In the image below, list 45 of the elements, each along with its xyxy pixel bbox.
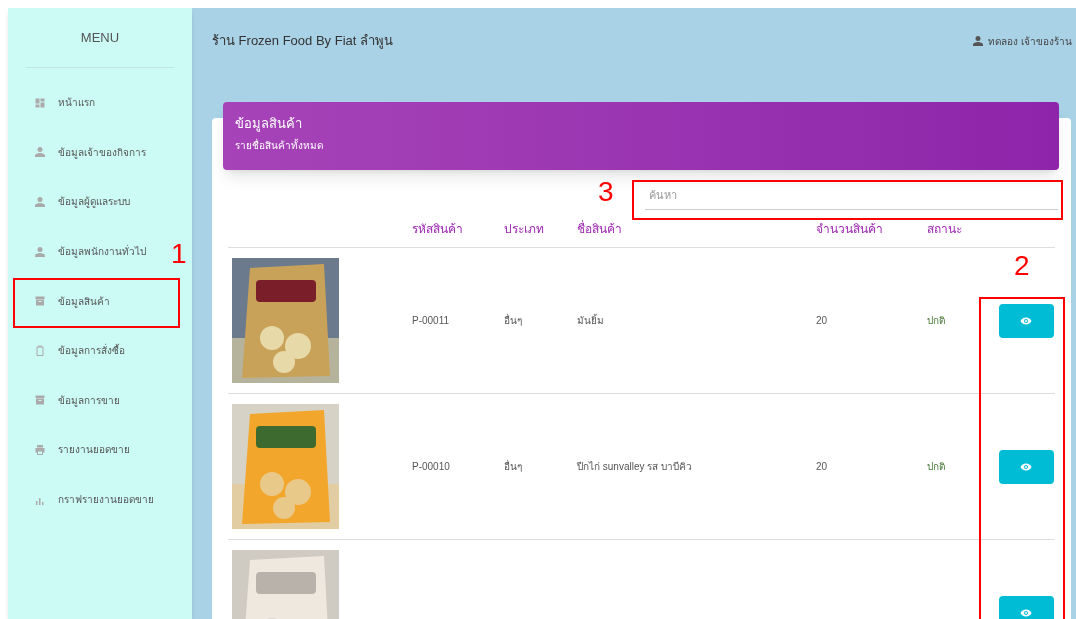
archive-icon: [34, 295, 46, 308]
menu-item[interactable]: หน้าแรก: [8, 78, 168, 128]
menu-title: MENU: [80, 28, 120, 47]
annotation-number: 3: [598, 178, 614, 206]
menu-item[interactable]: กราฟรายงานยอดขาย: [8, 474, 168, 525]
annotation-number: 2: [1014, 252, 1030, 280]
header-title: ร้าน Frozen Food By Fiat ลำพูน: [212, 32, 393, 51]
menu-item[interactable]: ข้อมูลพนักงานทั่วไป: [8, 226, 168, 277]
archive-icon: [34, 394, 46, 407]
column-header: ชื่อสินค้า: [577, 221, 622, 236]
table-cell: ปีกไก่ sunvalley รส บาบีคิว: [577, 461, 693, 472]
table-cell: 20: [816, 315, 828, 326]
table-cell: P-00010: [412, 461, 450, 472]
table-cell: อื่นๆ: [504, 461, 522, 472]
table-cell: 20: [816, 461, 828, 472]
menu-item[interactable]: ข้อมูลการขาย: [8, 375, 168, 426]
search-field[interactable]: ค้นหา: [645, 180, 1058, 210]
view-button[interactable]: [998, 303, 1054, 338]
person-icon: [34, 196, 46, 208]
view-button[interactable]: [998, 449, 1054, 484]
card-title: ข้อมูลสินค้า: [235, 115, 303, 134]
column-header: สถานะ: [927, 221, 962, 236]
menu-item[interactable]: ข้อมูลผู้ดูแลระบบ: [8, 177, 168, 227]
dashboard-icon: [34, 96, 46, 109]
table-cell: ปกติ: [927, 315, 945, 326]
printer-icon: [34, 443, 46, 456]
column-header: รหัสสินค้า: [412, 221, 463, 236]
menu-item[interactable]: ข้อมูลสินค้า: [8, 276, 168, 326]
user-name[interactable]: ทดลอง เจ้าของร้าน: [988, 33, 1072, 49]
table-cell: มันยิ้ม: [577, 315, 604, 326]
clipboard-icon: [34, 344, 46, 357]
menu-item[interactable]: ข้อมูลเจ้าของกิจการ: [8, 127, 168, 178]
table-cell: P-00011: [412, 315, 450, 326]
card-subtitle: รายชื่อสินค้าทั้งหมด: [235, 137, 324, 153]
column-header: ประเภท: [504, 221, 544, 236]
menu-item[interactable]: ข้อมูลการสั่งซื้อ: [8, 325, 168, 376]
eye-icon: [1020, 607, 1032, 619]
menu-item[interactable]: รายงานยอดขาย: [8, 425, 168, 475]
person-icon: [34, 146, 46, 159]
person-icon: [34, 245, 46, 258]
person-icon: [972, 35, 985, 47]
column-header: จำนวนสินค้า: [816, 221, 883, 236]
table-cell: ปกติ: [927, 461, 945, 472]
table-cell: อื่นๆ: [504, 315, 522, 326]
annotation-number: 1: [171, 240, 187, 268]
